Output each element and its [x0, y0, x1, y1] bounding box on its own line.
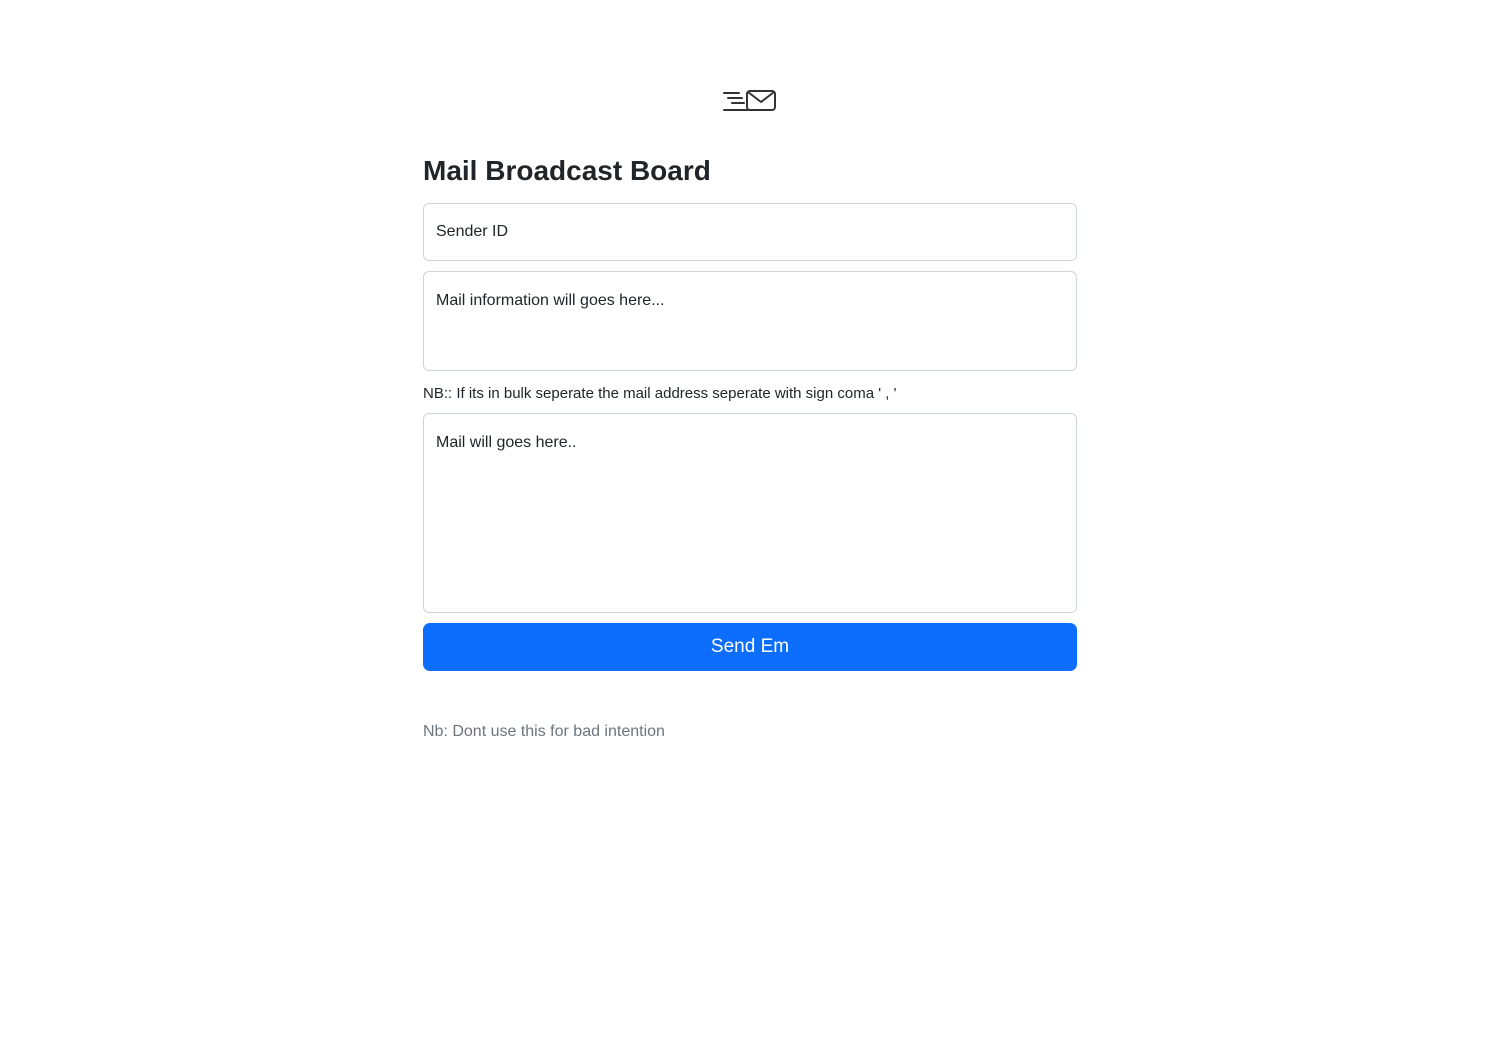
bulk-separator-note: NB:: If its in bulk seperate the mail ad…	[423, 385, 897, 402]
sender-id-input[interactable]	[423, 203, 1077, 261]
mail-information-textarea[interactable]	[423, 271, 1077, 371]
usage-warning-note: Nb: Dont use this for bad intention	[423, 723, 665, 740]
mail-send-icon	[723, 90, 776, 111]
page: Mail Broadcast Board NB:: If its in bulk…	[0, 0, 1500, 1050]
recipient-emails-textarea[interactable]	[423, 413, 1077, 613]
broadcast-form: Mail Broadcast Board NB:: If its in bulk…	[423, 150, 1077, 743]
page-title: Mail Broadcast Board	[423, 155, 711, 186]
send-button[interactable]: Send Em	[423, 623, 1077, 671]
